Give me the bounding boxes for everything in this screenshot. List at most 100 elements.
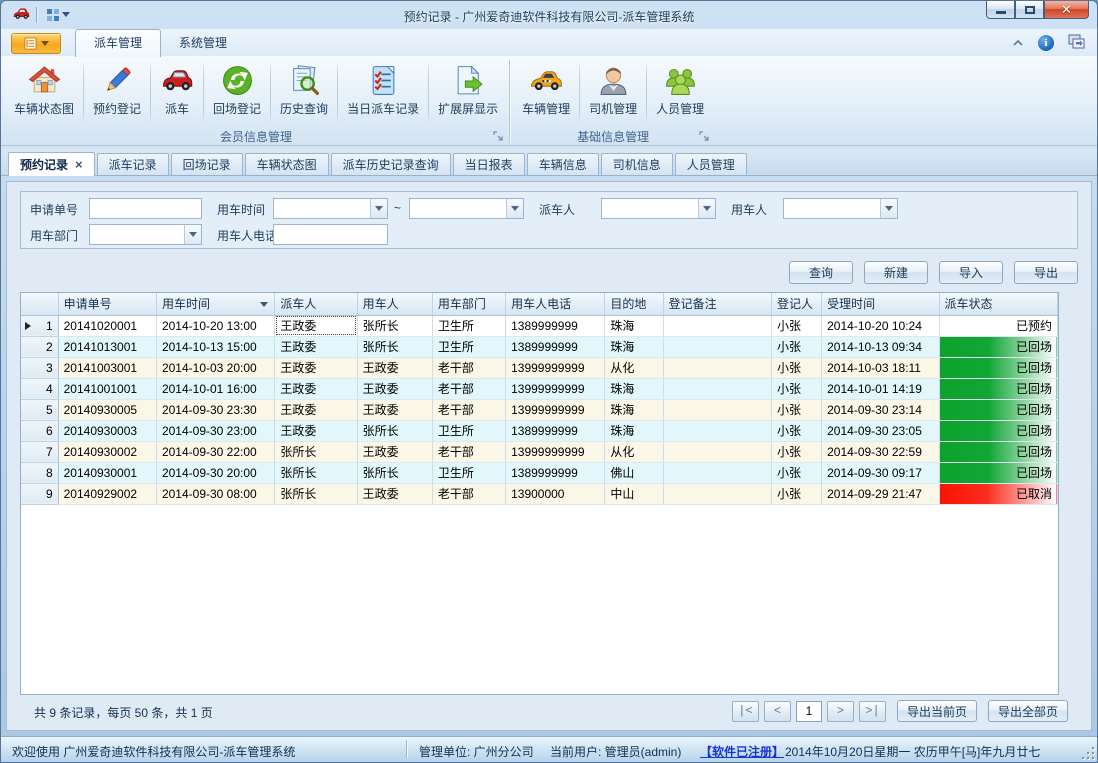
row-indicator-cell[interactable]: 7 [21,441,58,462]
table-row[interactable]: 8201409300012014-09-30 20:00张所长张所长卫生所138… [21,462,1058,483]
cell-status[interactable]: 已回场 [939,441,1057,462]
dropdown-button[interactable] [370,199,387,218]
cell-department[interactable]: 老干部 [432,441,505,462]
use-time-to-combo[interactable] [409,198,524,219]
resize-grip[interactable] [1081,746,1094,759]
dropdown-button[interactable] [184,225,201,244]
cell-apply_no[interactable]: 20141001001 [58,378,156,399]
cell-phone[interactable]: 1389999999 [506,420,605,441]
cell-phone[interactable]: 13900000 [506,483,605,504]
ribbon-button-taxi[interactable]: 车辆管理 [513,58,579,128]
cell-dispatcher[interactable]: 张所长 [275,483,357,504]
cell-apply_no[interactable]: 20140930002 [58,441,156,462]
cell-department[interactable]: 卫生所 [432,462,505,483]
column-header[interactable]: 目的地 [605,293,663,315]
cell-use_time[interactable]: 2014-09-30 08:00 [156,483,274,504]
car-user-combo[interactable] [783,198,898,219]
ribbon-tab-dispatch-management[interactable]: 派车管理 [75,29,161,57]
doc-tab[interactable]: 回场记录 [171,153,243,175]
cell-apply_no[interactable]: 20141003001 [58,357,156,378]
cell-remark[interactable] [663,462,771,483]
table-row[interactable]: 4201410010012014-10-01 16:00王政委王政委老干部139… [21,378,1058,399]
column-header[interactable]: 用车时间 [156,293,274,315]
cell-registrar[interactable]: 小张 [771,336,821,357]
title-bar[interactable]: 预约记录 - 广州爱奇迪软件科技有限公司-派车管理系统 ✕ [1,1,1097,29]
cell-phone[interactable]: 1389999999 [506,462,605,483]
column-header[interactable]: 登记人 [771,293,821,315]
export-all-pages-button[interactable]: 导出全部页 [988,700,1068,722]
ribbon-button-doc-export[interactable]: 扩展屏显示 [429,58,507,128]
doc-tab[interactable]: 当日报表 [453,153,525,175]
cell-destination[interactable]: 佛山 [605,462,663,483]
cell-status[interactable]: 已回场 [939,378,1057,399]
cell-accept_time[interactable]: 2014-10-13 09:34 [822,336,939,357]
minimize-button[interactable] [986,1,1015,19]
next-page-button[interactable]: > [827,701,854,722]
cell-phone[interactable]: 1389999999 [506,336,605,357]
doc-tab[interactable]: 派车记录 [97,153,169,175]
cell-car_user[interactable]: 王政委 [357,483,432,504]
cell-use_time[interactable]: 2014-09-30 20:00 [156,462,274,483]
maximize-button[interactable] [1015,1,1044,19]
department-combo[interactable] [89,224,202,245]
dialog-launcher-icon[interactable] [698,130,710,142]
row-indicator-cell[interactable]: 2 [21,336,58,357]
table-row[interactable]: 6201409300032014-09-30 23:00王政委张所长卫生所138… [21,420,1058,441]
column-header[interactable]: 申请单号 [58,293,156,315]
cell-accept_time[interactable]: 2014-09-30 09:17 [822,462,939,483]
cell-dispatcher[interactable]: 王政委 [275,399,357,420]
table-row[interactable]: 1201410200012014-10-20 13:00王政委张所长卫生所138… [21,315,1058,336]
collapse-ribbon-button[interactable] [1012,36,1024,50]
cell-apply_no[interactable]: 20140929002 [58,483,156,504]
ribbon-button-pencil[interactable]: 预约登记 [84,58,150,128]
row-indicator-cell[interactable]: 6 [21,420,58,441]
doc-tab[interactable]: 车辆状态图 [245,153,329,175]
table-row[interactable]: 9201409290022014-09-30 08:00张所长王政委老干部139… [21,483,1058,504]
cell-remark[interactable] [663,441,771,462]
cell-dispatcher[interactable]: 王政委 [275,315,357,336]
ribbon-button-driver[interactable]: 司机管理 [580,58,646,128]
cell-registrar[interactable]: 小张 [771,357,821,378]
cell-car_user[interactable]: 张所长 [357,336,432,357]
cell-remark[interactable] [663,357,771,378]
table-row[interactable]: 5201409300052014-09-30 23:30王政委王政委老干部139… [21,399,1058,420]
cell-apply_no[interactable]: 20140930003 [58,420,156,441]
column-header[interactable]: 受理时间 [822,293,939,315]
cell-status[interactable]: 已回场 [939,357,1057,378]
cell-phone[interactable]: 13999999999 [506,378,605,399]
import-button[interactable]: 导入 [939,261,1003,284]
cell-accept_time[interactable]: 2014-10-01 14:19 [822,378,939,399]
row-indicator-cell[interactable]: 8 [21,462,58,483]
row-indicator-cell[interactable]: 5 [21,399,58,420]
doc-tab[interactable]: 司机信息 [601,153,673,175]
cell-dispatcher[interactable]: 王政委 [275,357,357,378]
column-header[interactable]: 派车状态 [939,293,1057,315]
column-header[interactable]: 用车人电话 [506,293,605,315]
cell-registrar[interactable]: 小张 [771,420,821,441]
export-button[interactable]: 导出 [1014,261,1078,284]
cell-destination[interactable]: 中山 [605,483,663,504]
cell-status[interactable]: 已回场 [939,420,1057,441]
doc-tab[interactable]: 人员管理 [675,153,747,175]
cell-remark[interactable] [663,399,771,420]
cell-department[interactable]: 老干部 [432,483,505,504]
cell-remark[interactable] [663,420,771,441]
prev-page-button[interactable]: < [764,701,791,722]
cell-registrar[interactable]: 小张 [771,399,821,420]
screen-switch-icon[interactable] [1068,34,1085,52]
ribbon-button-checklist[interactable]: 当日派车记录 [338,58,428,128]
cell-accept_time[interactable]: 2014-10-20 10:24 [822,315,939,336]
doc-tab[interactable]: 派车历史记录查询 [331,153,451,175]
cell-accept_time[interactable]: 2014-09-30 22:59 [822,441,939,462]
cell-registrar[interactable]: 小张 [771,315,821,336]
ribbon-tab-system-management[interactable]: 系统管理 [161,30,245,56]
application-menu-button[interactable] [11,33,61,54]
cell-status[interactable]: 已回场 [939,462,1057,483]
cell-destination[interactable]: 从化 [605,441,663,462]
column-header[interactable]: 派车人 [275,293,357,315]
cell-status[interactable]: 已取消 [939,483,1057,504]
cell-apply_no[interactable]: 20140930005 [58,399,156,420]
cell-department[interactable]: 卫生所 [432,420,505,441]
cell-phone[interactable]: 13999999999 [506,357,605,378]
cell-registrar[interactable]: 小张 [771,441,821,462]
